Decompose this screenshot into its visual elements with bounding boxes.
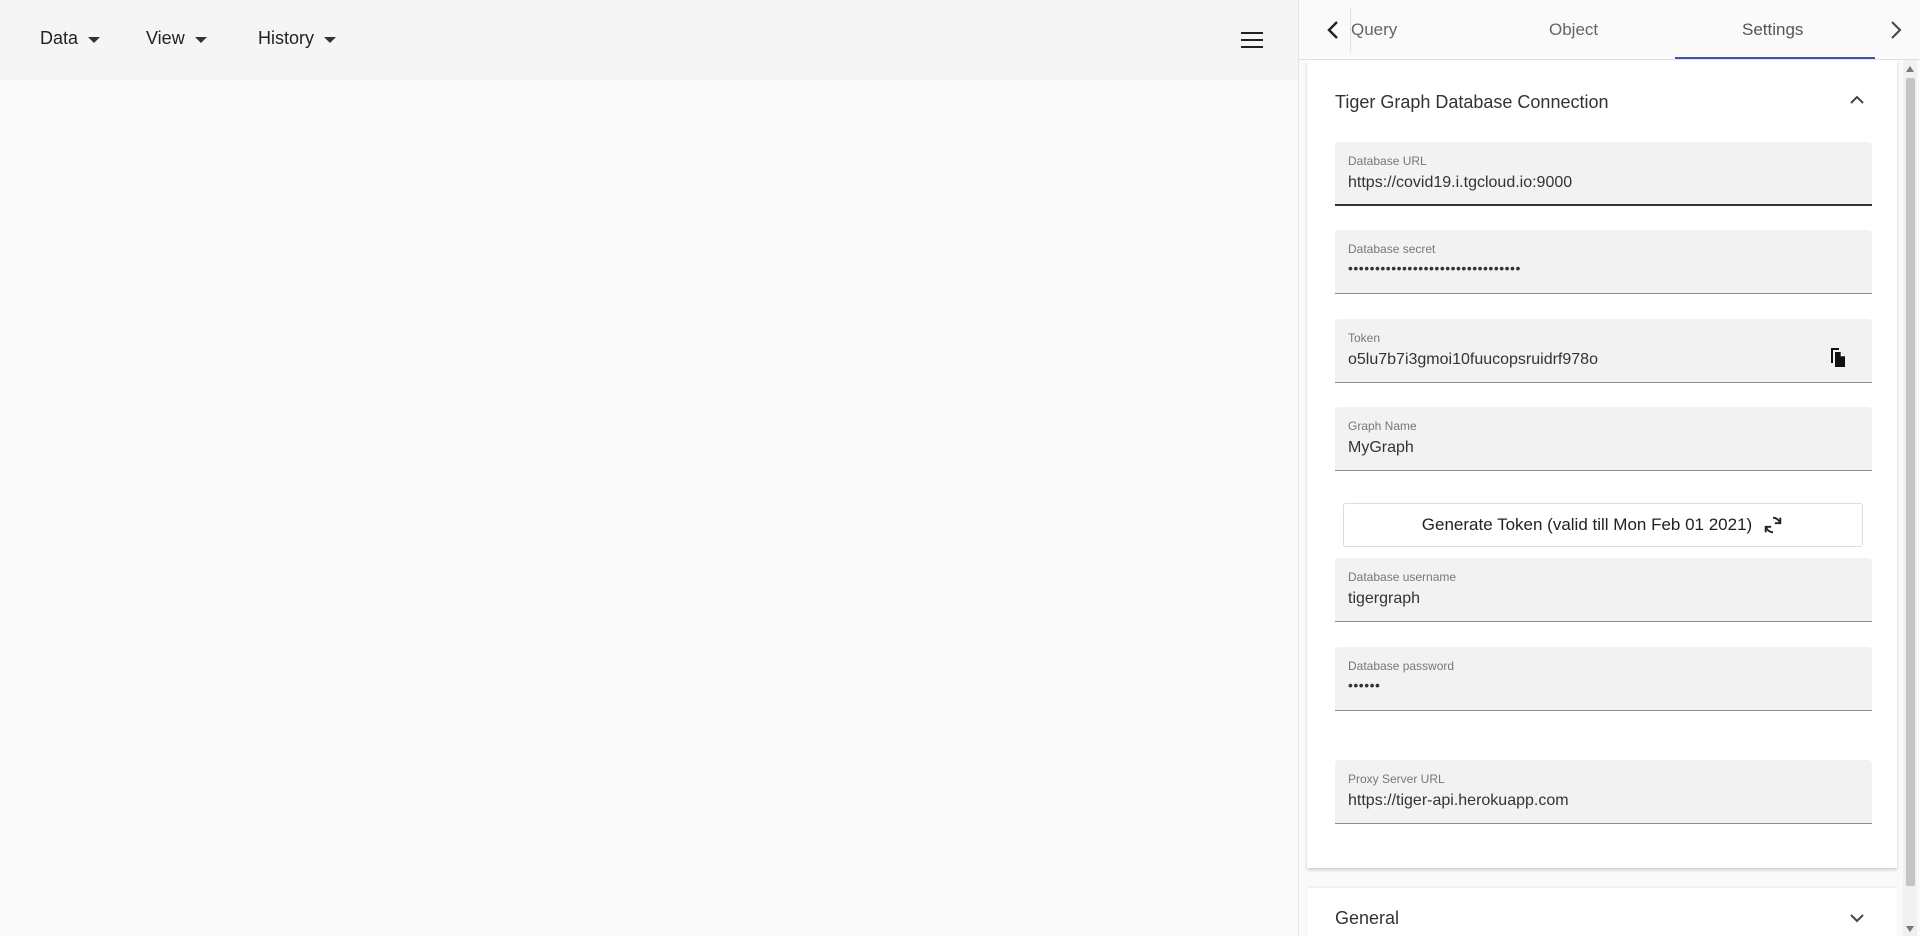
history-menu-label: History [258,28,315,48]
tab-object[interactable]: Object [1549,20,1598,40]
view-menu-button[interactable]: View [146,28,207,49]
generate-token-label: Generate Token (valid till Mon Feb 01 20… [1421,515,1753,534]
scroll-up-arrow-icon[interactable] [1906,66,1914,72]
view-menu-label: View [146,28,185,48]
chevron-left-icon [1326,21,1338,39]
database-url-label: Database URL [1348,154,1427,168]
graph-canvas[interactable] [0,80,1298,936]
graph-name-label: Graph Name [1348,419,1417,433]
database-username-value: tigergraph [1348,590,1421,607]
data-menu-label: Data [40,28,79,48]
connection-card: Tiger Graph Database Connection Database… [1307,60,1897,868]
database-url-field[interactable]: Database URL https://covid19.i.tgcloud.i… [1335,142,1872,206]
general-section-title: General [1335,908,1400,928]
refresh-icon [1764,516,1782,534]
tab-query[interactable]: Query [1351,20,1397,40]
generate-token-button[interactable]: Generate Token (valid till Mon Feb 01 20… [1343,503,1863,547]
expand-chevron-down-icon[interactable] [1847,908,1867,928]
proxy-server-url-value: https://tiger-api.herokuapp.com [1348,792,1569,809]
caret-down-icon [324,36,337,43]
scroll-down-arrow-icon[interactable] [1906,926,1914,932]
tabs-scroll-left-button[interactable] [1315,8,1351,52]
hamburger-menu-icon[interactable] [1241,32,1263,48]
token-field[interactable]: Token o5lu7b7i3gmoi10fuucopsruidrf978o [1335,319,1872,383]
proxy-server-url-label: Proxy Server URL [1348,772,1445,786]
chevron-right-icon [1891,21,1902,39]
tab-settings[interactable]: Settings [1742,20,1803,40]
token-value: o5lu7b7i3gmoi10fuucopsruidrf978o [1348,351,1598,368]
proxy-server-url-field[interactable]: Proxy Server URL https://tiger-api.herok… [1335,760,1872,824]
database-secret-value: •••••••••••••••••••••••••••••••• [1348,260,1521,276]
database-username-field[interactable]: Database username tigergraph [1335,558,1872,622]
history-menu-button[interactable]: History [258,28,337,49]
side-panel: Query Object Settings Tiger Graph Databa… [1299,0,1920,936]
database-url-value: https://covid19.i.tgcloud.io:9000 [1348,174,1573,191]
caret-down-icon [88,36,101,43]
tabs-scroll-right-button[interactable] [1881,14,1911,46]
token-label: Token [1348,331,1381,345]
caret-down-icon [194,36,207,43]
graph-name-value: MyGraph [1348,439,1414,456]
database-password-value: •••••• [1348,677,1381,693]
database-secret-field[interactable]: Database secret ••••••••••••••••••••••••… [1335,230,1872,294]
settings-scroll-area[interactable]: Tiger Graph Database Connection Database… [1299,60,1920,936]
scrollbar-thumb[interactable] [1906,78,1915,886]
tab-bar: Query Object Settings [1299,0,1920,60]
database-username-label: Database username [1348,570,1457,584]
graph-name-field[interactable]: Graph Name MyGraph [1335,407,1872,471]
copy-icon[interactable] [1828,347,1848,369]
collapse-chevron-up-icon[interactable] [1847,90,1867,110]
active-tab-indicator [1675,57,1875,59]
general-section-header[interactable]: General [1307,888,1897,936]
vertical-scrollbar[interactable] [1903,60,1917,936]
data-menu-button[interactable]: Data [40,28,101,49]
database-secret-label: Database secret [1348,242,1436,256]
database-password-label: Database password [1348,659,1455,673]
database-password-field[interactable]: Database password •••••• [1335,647,1872,711]
top-menubar: Data View History [0,0,1298,80]
connection-card-title: Tiger Graph Database Connection [1335,92,1609,112]
